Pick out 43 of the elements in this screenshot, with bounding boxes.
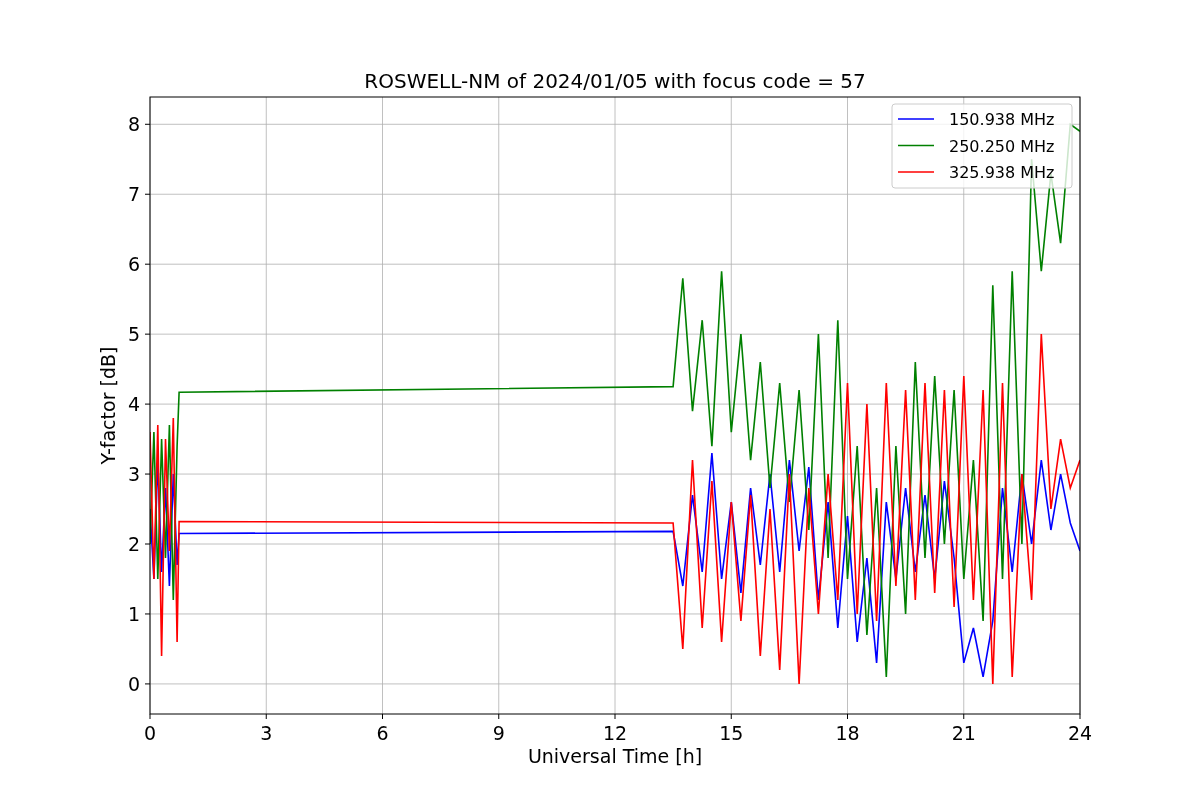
x-tick <box>963 713 965 720</box>
legend-label: 250.250 MHz <box>949 136 1055 156</box>
y-tick-label: 3 <box>127 463 140 486</box>
x-tick <box>730 713 732 720</box>
legend-label: 150.938 MHz <box>949 110 1055 129</box>
x-tick <box>847 713 848 720</box>
y-tick-label: 0 <box>127 672 140 695</box>
y-tick <box>144 613 151 615</box>
y-tick <box>144 683 151 685</box>
y-tick <box>144 193 151 195</box>
legend-swatch <box>897 144 935 147</box>
chart-title: ROSWELL-NM of 2024/01/05 with focus code = 57 <box>364 69 866 93</box>
y-tick-label: 7 <box>127 183 140 206</box>
y-tick-label: 4 <box>127 393 140 416</box>
x-tick <box>265 713 267 720</box>
y-tick <box>144 403 151 405</box>
x-tick-label: 3 <box>260 722 273 744</box>
x-tick <box>1079 713 1081 720</box>
y-tick <box>144 543 151 545</box>
y-tick <box>144 123 151 125</box>
x-tick-label: 18 <box>835 722 860 744</box>
x-tick-label: 0 <box>143 722 157 744</box>
y-tick <box>144 473 151 475</box>
x-tick-label: 9 <box>492 722 505 744</box>
y-tick-label: 8 <box>127 113 140 136</box>
y-axis-label: Y-factor [dB] <box>97 346 119 465</box>
x-tick <box>498 713 500 720</box>
x-tick-label: 21 <box>951 722 976 744</box>
y-tick-label: 2 <box>127 533 140 555</box>
y-tick-label: 1 <box>127 602 140 625</box>
legend-label: 325.938 MHz <box>949 163 1055 182</box>
x-tick-label: 24 <box>1067 722 1093 744</box>
y-tick-label: 5 <box>127 323 140 346</box>
y-tick <box>144 333 151 335</box>
x-tick <box>382 713 383 720</box>
x-tick <box>149 713 151 720</box>
x-tick-label: 15 <box>719 722 744 744</box>
y-tick-label: 6 <box>127 253 140 276</box>
x-tick-label: 12 <box>602 722 628 744</box>
y-tick <box>144 263 151 265</box>
x-tick <box>614 713 616 720</box>
x-axis-label: Universal Time [h] <box>527 745 703 767</box>
x-tick-label: 6 <box>376 722 389 744</box>
